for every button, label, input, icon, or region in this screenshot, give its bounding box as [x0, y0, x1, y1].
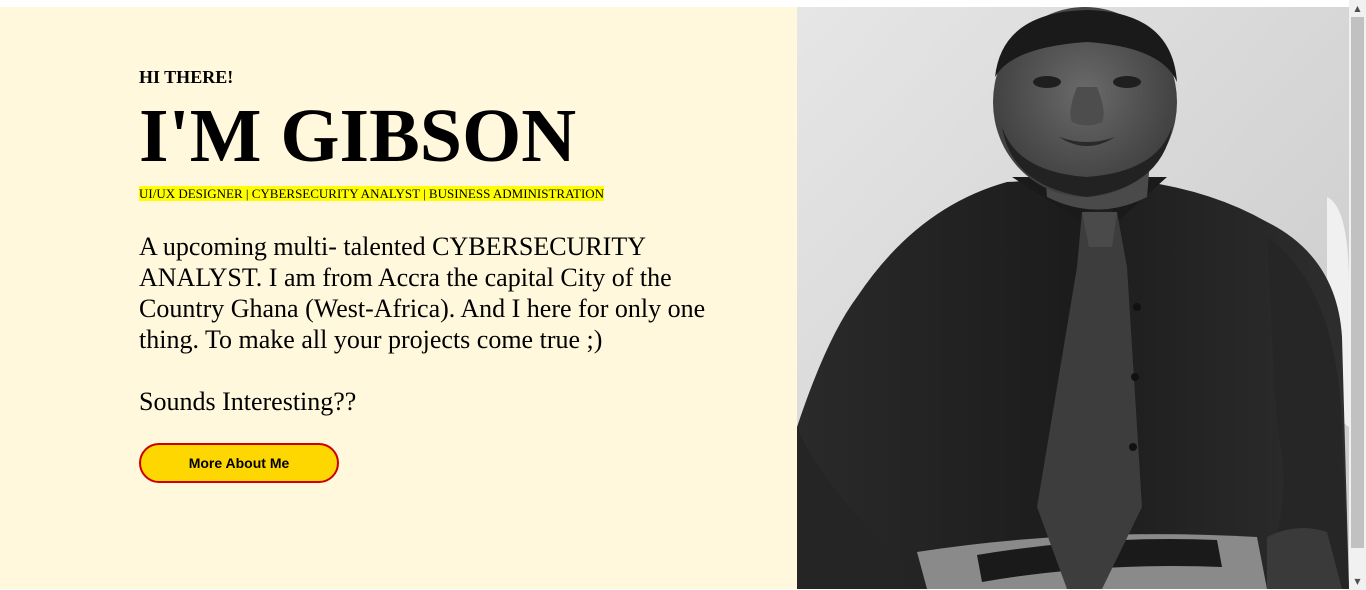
roles-tagline: UI/UX DESIGNER | CYBERSECURITY ANALYST |… [139, 186, 605, 201]
scroll-thumb[interactable] [1351, 17, 1364, 548]
scroll-up-arrow-icon[interactable]: ▲ [1349, 0, 1366, 17]
question-text: Sounds Interesting?? [139, 387, 357, 416]
scroll-down-arrow-icon[interactable]: ▼ [1349, 573, 1366, 590]
more-about-me-button[interactable]: More About Me [139, 443, 339, 483]
greeting-text: HI THERE! [139, 67, 234, 87]
hero-content: HI THERE! I'M GIBSON UI/UX DESIGNER | CY… [139, 66, 739, 483]
portrait-photo [797, 7, 1349, 589]
hero-name-heading: I'M GIBSON [139, 94, 577, 178]
portrait-image [797, 7, 1349, 589]
bio-paragraph: A upcoming multi- talented CYBERSECURITY… [139, 232, 706, 354]
hero-text-panel: HI THERE! I'M GIBSON UI/UX DESIGNER | CY… [0, 7, 797, 589]
vertical-scrollbar[interactable]: ▲ ▼ [1349, 0, 1366, 590]
hero-section: HI THERE! I'M GIBSON UI/UX DESIGNER | CY… [0, 7, 1349, 589]
